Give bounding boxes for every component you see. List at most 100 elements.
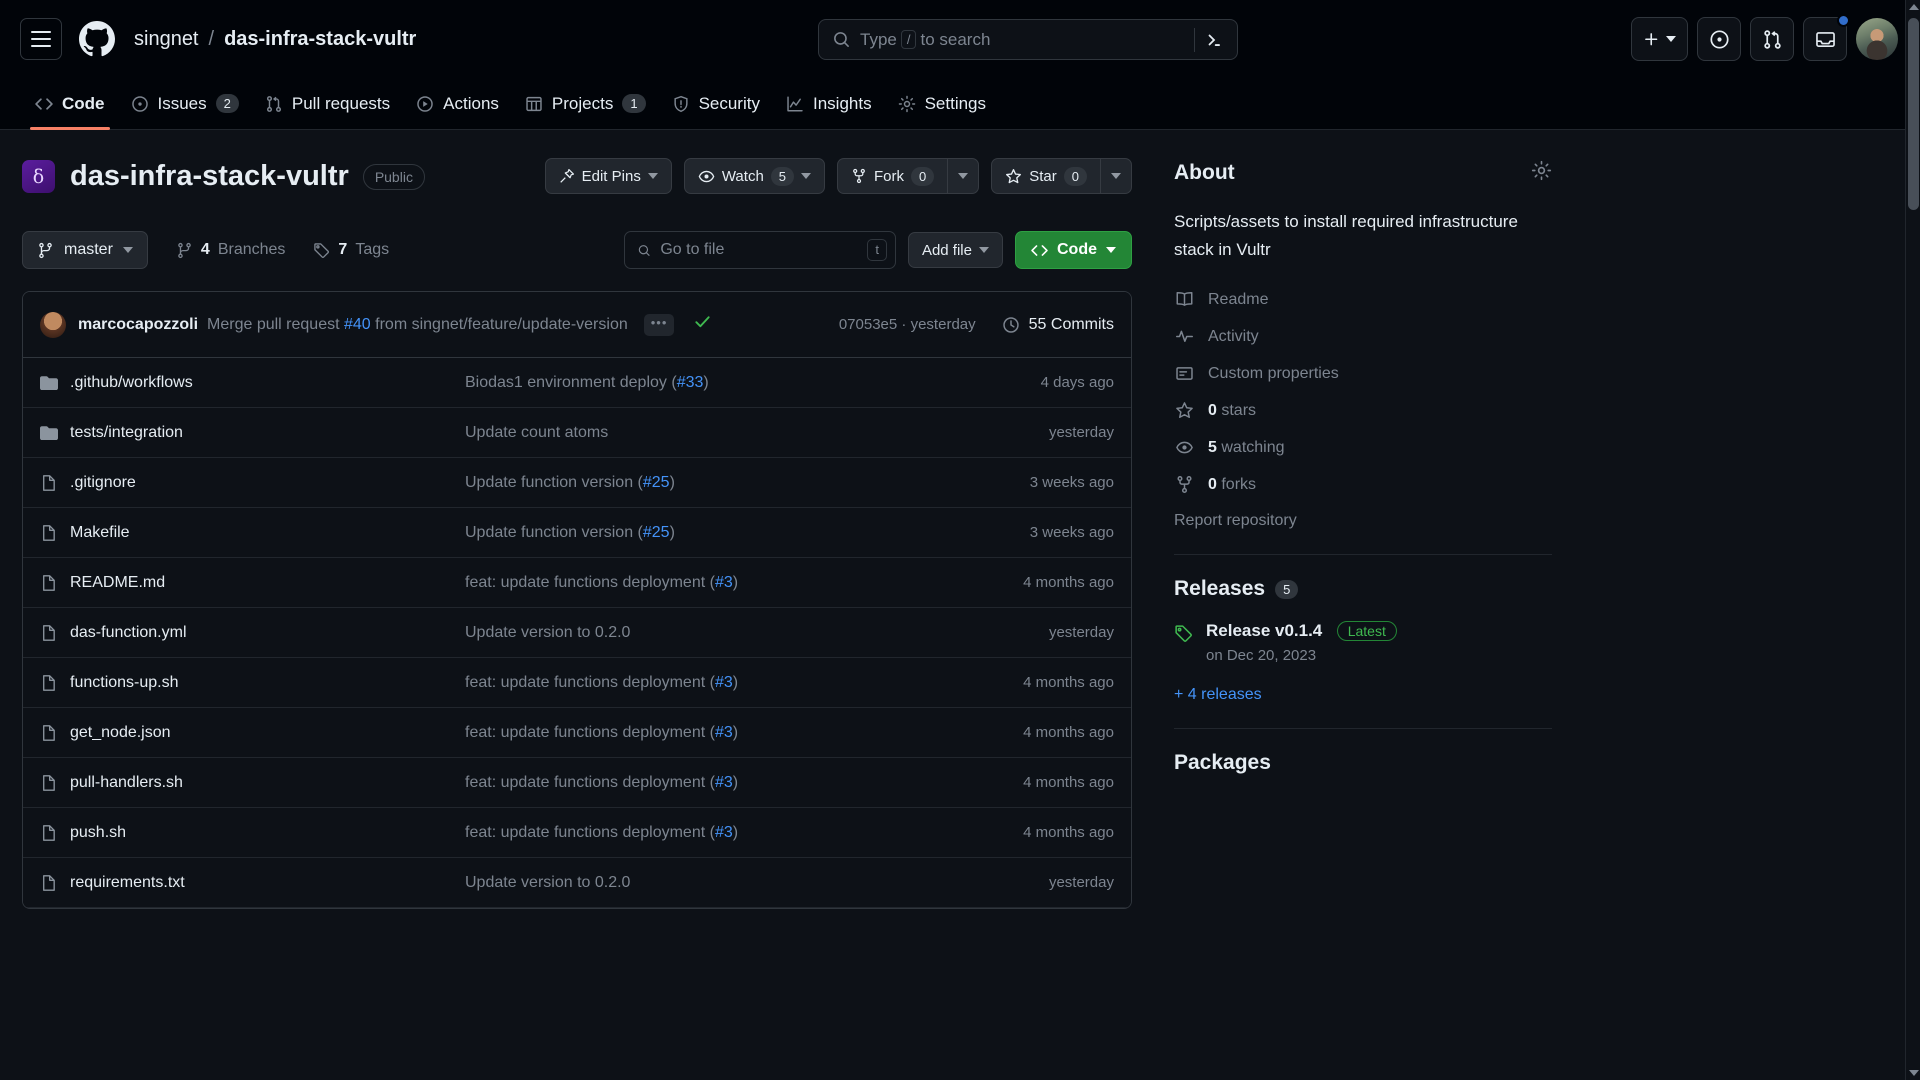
sidebar-item-stars[interactable]: 0 stars xyxy=(1174,401,1552,420)
sidebar-item-activity[interactable]: Activity xyxy=(1174,327,1552,346)
msg-link[interactable]: #33 xyxy=(677,374,704,391)
toolbar-right-group: t Add file Code xyxy=(623,231,1132,269)
command-palette-icon[interactable] xyxy=(1199,25,1229,55)
table-row[interactable]: requirements.txt Update version to 0.2.0… xyxy=(23,858,1131,908)
sidebar-item-label: Readme xyxy=(1208,290,1269,308)
pull-requests-button[interactable] xyxy=(1750,17,1794,61)
msg-link[interactable]: #25 xyxy=(643,474,670,491)
release-name[interactable]: Release v0.1.4 xyxy=(1206,621,1322,640)
code-button[interactable]: Code xyxy=(1015,231,1132,269)
tab-actions[interactable]: Actions xyxy=(403,78,512,129)
msg-link[interactable]: #3 xyxy=(715,724,733,741)
table-row[interactable]: Makefile Update function version (#25) 3… xyxy=(23,508,1131,558)
breadcrumb-repo[interactable]: das-infra-stack-vultr xyxy=(224,28,416,51)
msg-prefix: Biodas1 environment deploy ( xyxy=(465,373,677,391)
more-releases-link[interactable]: + 4 releases xyxy=(1174,686,1552,704)
commit-expand-button[interactable]: ••• xyxy=(643,313,675,336)
file-name-link[interactable]: tests/integration xyxy=(70,424,465,442)
fork-button[interactable]: Fork 0 xyxy=(837,158,948,194)
sidebar-watching-count: 5 xyxy=(1208,438,1217,456)
hamburger-menu-button[interactable] xyxy=(20,18,62,60)
file-commit-message: Biodas1 environment deploy (#33) xyxy=(465,374,934,392)
file-name-link[interactable]: Makefile xyxy=(70,524,465,542)
fork-icon xyxy=(1174,475,1194,494)
watch-button[interactable]: Watch 5 xyxy=(683,158,826,194)
commit-hash[interactable]: 07053e5 xyxy=(839,316,897,333)
msg-link[interactable]: #3 xyxy=(715,574,733,591)
msg-link[interactable]: #25 xyxy=(643,524,670,541)
scroll-up-arrow-icon[interactable] xyxy=(1909,4,1919,10)
table-row[interactable]: pull-handlers.sh feat: update functions … xyxy=(23,758,1131,808)
star-icon xyxy=(1006,168,1022,183)
commit-message-link[interactable]: #40 xyxy=(344,316,371,333)
go-to-file-input[interactable] xyxy=(660,241,868,259)
tab-code[interactable]: Code xyxy=(22,78,118,130)
scrollbar-thumb[interactable] xyxy=(1908,18,1919,210)
chevron-down-icon xyxy=(958,173,969,179)
file-name-link[interactable]: .github/workflows xyxy=(70,374,465,392)
commit-author-name[interactable]: marcocapozzoli xyxy=(78,316,198,334)
create-new-button[interactable] xyxy=(1631,17,1688,61)
msg-link[interactable]: #3 xyxy=(715,674,733,691)
fork-icon xyxy=(853,168,865,184)
report-repository-link[interactable]: Report repository xyxy=(1174,512,1297,529)
search-box[interactable]: Type / to search xyxy=(818,19,1238,60)
scroll-down-arrow-icon[interactable] xyxy=(1909,1070,1919,1076)
file-name-link[interactable]: push.sh xyxy=(70,824,465,842)
tab-settings[interactable]: Settings xyxy=(885,78,999,129)
sidebar: About Scripts/assets to install required… xyxy=(1132,160,1552,909)
sidebar-item-readme[interactable]: Readme xyxy=(1174,290,1552,309)
tags-link[interactable]: 7 Tags xyxy=(313,241,389,259)
tab-pull-requests[interactable]: Pull requests xyxy=(252,78,403,129)
check-icon[interactable] xyxy=(693,312,712,337)
file-name-link[interactable]: README.md xyxy=(70,574,465,592)
add-file-button[interactable]: Add file xyxy=(907,232,1003,268)
commit-author-avatar[interactable] xyxy=(40,311,66,338)
issues-button[interactable] xyxy=(1697,17,1741,61)
file-name-link[interactable]: pull-handlers.sh xyxy=(70,774,465,792)
file-name-link[interactable]: get_node.json xyxy=(70,724,465,742)
tab-issues[interactable]: Issues 2 xyxy=(118,78,252,129)
tab-projects[interactable]: Projects 1 xyxy=(512,78,659,129)
gear-icon[interactable] xyxy=(1531,160,1552,186)
sidebar-item-watching[interactable]: 5 watching xyxy=(1174,438,1552,457)
page-scrollbar[interactable] xyxy=(1905,0,1920,1080)
tab-insights[interactable]: Insights xyxy=(773,78,885,129)
tab-security[interactable]: Security xyxy=(659,78,773,129)
star-button[interactable]: Star 0 xyxy=(991,158,1100,194)
file-name-link[interactable]: .gitignore xyxy=(70,474,465,492)
file-name-link[interactable]: das-function.yml xyxy=(70,624,465,642)
table-row[interactable]: functions-up.sh feat: update functions d… xyxy=(23,658,1131,708)
branch-icon xyxy=(39,242,52,258)
table-row[interactable]: .gitignore Update function version (#25)… xyxy=(23,458,1131,508)
notifications-button[interactable] xyxy=(1803,14,1850,61)
commits-count-link[interactable]: 55 Commits xyxy=(1002,316,1114,334)
star-dropdown-button[interactable] xyxy=(1100,158,1132,194)
table-row[interactable]: .github/workflows Biodas1 environment de… xyxy=(23,358,1131,408)
avatar[interactable] xyxy=(1856,18,1898,60)
commit-message-suffix: from singnet/feature/update-version xyxy=(370,315,628,333)
fork-dropdown-button[interactable] xyxy=(947,158,980,194)
table-row[interactable]: tests/integration Update count atoms yes… xyxy=(23,408,1131,458)
table-row[interactable]: push.sh feat: update functions deploymen… xyxy=(23,808,1131,858)
go-to-file-box[interactable]: t xyxy=(623,231,896,269)
branch-selector-button[interactable]: master xyxy=(22,231,148,269)
breadcrumb-owner[interactable]: singnet xyxy=(134,28,199,51)
issue-opened-icon xyxy=(1709,29,1729,49)
file-name-link[interactable]: requirements.txt xyxy=(70,874,465,892)
msg-link[interactable]: #3 xyxy=(715,774,733,791)
table-row[interactable]: README.md feat: update functions deploym… xyxy=(23,558,1131,608)
page-title[interactable]: das-infra-stack-vultr xyxy=(70,160,349,193)
table-row[interactable]: das-function.yml Update version to 0.2.0… xyxy=(23,608,1131,658)
file-name-link[interactable]: functions-up.sh xyxy=(70,674,465,692)
sidebar-item-custom-properties[interactable]: Custom properties xyxy=(1174,364,1552,383)
gear-icon xyxy=(898,95,915,112)
edit-pins-button[interactable]: Edit Pins xyxy=(544,158,672,194)
branches-link[interactable]: 4 Branches xyxy=(176,241,285,259)
latest-release-row[interactable]: Release v0.1.4 Latest on Dec 20, 2023 xyxy=(1174,621,1552,664)
github-logo-icon[interactable] xyxy=(76,18,118,60)
msg-link[interactable]: #3 xyxy=(715,824,733,841)
sidebar-item-forks[interactable]: 0 forks xyxy=(1174,475,1552,494)
tags-label: Tags xyxy=(355,241,390,258)
table-row[interactable]: get_node.json feat: update functions dep… xyxy=(23,708,1131,758)
